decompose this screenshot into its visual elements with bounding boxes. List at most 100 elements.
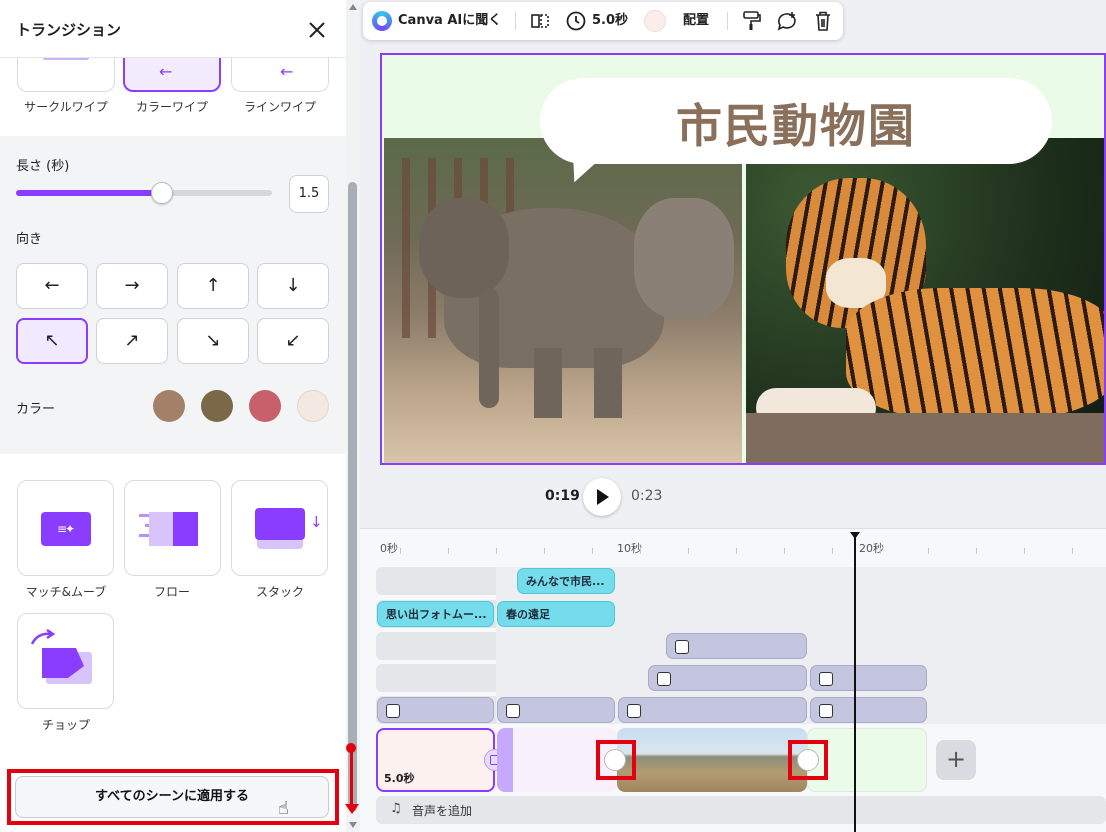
text-clip-omoide[interactable]: 思い出フォトムー...	[377, 601, 494, 627]
playhead[interactable]	[854, 536, 856, 832]
direction-up-right-button[interactable]: ↗	[96, 318, 168, 364]
paint-roller-icon[interactable]	[742, 10, 762, 32]
clock-icon[interactable]	[565, 10, 587, 32]
length-slider[interactable]	[16, 190, 272, 196]
elephant-leg	[594, 348, 622, 418]
audio-track[interactable]: ♫ 音声を追加	[376, 796, 1106, 824]
slide-heading[interactable]: 市民動物園	[540, 90, 1052, 156]
star-icon	[506, 704, 520, 718]
match-move-card[interactable]: ≡✦	[17, 480, 114, 576]
elephant-photo[interactable]	[384, 138, 742, 463]
ruler-label-0: 0秒	[380, 542, 398, 555]
ask-canva-ai-button[interactable]: Canva AIに聞く	[398, 2, 501, 40]
direction-down-button[interactable]: ↓	[257, 263, 329, 309]
rock	[746, 413, 1104, 463]
scene-clip-selected[interactable]: 5.0秒	[376, 728, 495, 792]
transition-highlight-box	[788, 740, 828, 780]
line-wipe-label: ラインワイプ	[243, 100, 316, 114]
scene-duration: 5.0秒	[384, 772, 415, 785]
color-swatch-3[interactable]	[249, 390, 281, 422]
text-clip-minna[interactable]: みんなで市民...	[517, 568, 615, 594]
music-note-icon: ♫	[390, 801, 402, 816]
image-icon	[627, 704, 641, 718]
direction-down-left-button[interactable]: ↙	[257, 318, 329, 364]
direction-down-right-button[interactable]: ↘	[177, 318, 249, 364]
direction-label: 向き	[16, 232, 43, 247]
tiger-body	[846, 288, 1104, 418]
split-icon[interactable]	[530, 11, 550, 31]
sparkle-icon: ≡✦	[57, 522, 75, 536]
chop-thumb	[30, 628, 92, 684]
color-swatch-4[interactable]	[297, 390, 329, 422]
direction-right-button[interactable]: →	[96, 263, 168, 309]
playhead-handle[interactable]	[850, 532, 860, 539]
toolbar-separator	[515, 12, 516, 30]
add-audio-label[interactable]: 音声を追加	[412, 802, 472, 819]
star-icon	[386, 704, 400, 718]
scroll-up-icon[interactable]	[349, 4, 357, 10]
line-wipe-option[interactable]: ←	[231, 52, 329, 92]
length-value-input[interactable]: 1.5	[289, 175, 329, 213]
direction-up-left-button[interactable]: ↖	[16, 318, 88, 364]
annotation-arrow-line	[350, 750, 353, 806]
text-clip-haru[interactable]: 春の遠足	[497, 601, 615, 627]
scene-clip-school[interactable]	[617, 728, 807, 792]
chop-card[interactable]	[17, 613, 114, 709]
flow-block	[173, 512, 198, 546]
stack-front	[255, 508, 305, 540]
toolbar-separator	[727, 12, 728, 30]
trash-icon[interactable]	[813, 10, 833, 32]
elephant-2	[634, 198, 734, 318]
pointer-hand-icon: ☝	[278, 798, 289, 819]
color-swatch-2[interactable]	[201, 390, 233, 422]
length-label: 長さ (秒)	[16, 159, 70, 174]
ruler-ticks	[400, 548, 1106, 554]
panel-scroll-thumb[interactable]	[348, 182, 357, 812]
apply-highlight-box	[7, 769, 339, 825]
flow-label: フロー	[153, 585, 190, 599]
scroll-down-icon[interactable]	[349, 822, 357, 828]
annotation-arrow-head	[345, 804, 359, 814]
stack-card[interactable]: ↓	[231, 480, 328, 576]
arrow-down-icon: ↓	[310, 513, 323, 531]
add-comment-icon[interactable]	[776, 10, 798, 32]
graphic-clip-white[interactable]	[810, 665, 927, 691]
sticker-clip-kids-2[interactable]	[648, 665, 807, 691]
duration-button[interactable]: 5.0秒	[592, 2, 628, 40]
length-slider-thumb[interactable]	[150, 182, 173, 204]
close-icon[interactable]	[305, 18, 329, 42]
arrange-button[interactable]: 配置	[683, 2, 709, 40]
flow-ghost	[149, 512, 175, 546]
graphic-clip-3[interactable]	[810, 697, 927, 723]
bunting-clip[interactable]	[618, 697, 807, 723]
panel-title: トランジション	[16, 21, 122, 39]
length-slider-fill	[16, 190, 162, 196]
transition-highlight-box	[596, 740, 636, 780]
transition-panel: トランジション ← ← サークルワイプ カラーワイプ ラインワイプ 長さ (秒)…	[0, 0, 346, 832]
play-icon	[597, 489, 609, 505]
circle-wipe-option[interactable]	[17, 52, 115, 92]
background-color-swatch[interactable]	[644, 10, 666, 32]
direction-up-button[interactable]: ↑	[177, 263, 249, 309]
color-swatch-1[interactable]	[153, 390, 185, 422]
scene-transition-fill	[497, 728, 513, 792]
current-time: 0:19	[545, 488, 580, 504]
canva-ai-icon	[372, 11, 392, 31]
image-icon	[675, 640, 689, 654]
match-move-label: マッチ&ムーブ	[25, 585, 107, 599]
flow-card[interactable]	[124, 480, 221, 576]
elephant-leg	[534, 348, 562, 418]
match-move-thumb: ≡✦	[41, 512, 91, 546]
graphic-clip-1[interactable]	[377, 697, 494, 723]
add-scene-button[interactable]: +	[936, 740, 976, 780]
tiger-photo[interactable]	[746, 138, 1104, 463]
graphic-clip-2[interactable]	[497, 697, 615, 723]
direction-left-button[interactable]: ←	[16, 263, 88, 309]
panel-header: トランジション	[0, 0, 346, 58]
color-wipe-label: カラーワイプ	[135, 100, 208, 114]
color-wipe-option[interactable]: ←	[123, 52, 221, 92]
stack-label: スタック	[255, 585, 304, 599]
elephant-trunk	[479, 288, 499, 408]
sticker-clip-kids[interactable]	[666, 633, 807, 659]
play-button[interactable]	[583, 478, 621, 516]
